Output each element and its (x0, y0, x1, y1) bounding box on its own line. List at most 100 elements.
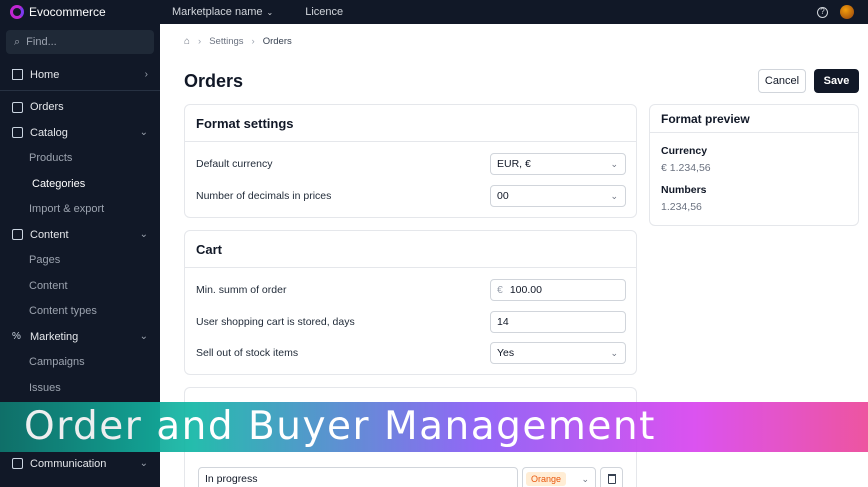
chevron-down-icon: ⌄ (139, 458, 148, 470)
banner-text: Order and Buyer Management (24, 404, 656, 449)
select-value: EUR, € (497, 158, 531, 170)
preview-currency-value: € 1.234,56 (661, 162, 711, 174)
breadcrumb-settings[interactable]: Settings (209, 36, 243, 47)
sidebar-item-issues[interactable]: Issues (0, 375, 160, 401)
input-value: 14 (497, 316, 509, 328)
status-badge: Orange (526, 472, 567, 486)
sidebar-item-catalog[interactable]: Catalog ⌄ (0, 120, 160, 146)
chat-icon (12, 458, 23, 470)
sidebar-item-label: Marketing (30, 330, 79, 343)
cancel-button[interactable]: Cancel (758, 69, 806, 93)
sidebar-item-content[interactable]: Content ⌄ (0, 222, 160, 248)
home-icon[interactable]: ⌂ (184, 36, 190, 47)
chevron-down-icon: ⌄ (139, 229, 148, 241)
decimals-select[interactable]: 00 ⌄ (490, 185, 626, 207)
chevron-down-icon: ⌄ (610, 190, 618, 201)
sidebar-item-import-export[interactable]: Import & export (0, 197, 160, 223)
chevron-right-icon: › (251, 36, 255, 47)
sidebar-item-label: Home (30, 68, 60, 81)
format-preview-card: Format preview Currency € 1.234,56 Numbe… (649, 104, 859, 226)
chevron-right-icon: › (198, 36, 202, 47)
preview-numbers-label: Numbers (661, 184, 707, 196)
format-settings-card: Format settings Default currency EUR, € … (184, 104, 637, 218)
evocommerce-logo-icon (10, 5, 24, 19)
select-value: 00 (497, 190, 509, 202)
card-title: Format preview (650, 105, 858, 133)
sidebar-item-orders[interactable]: Orders (0, 95, 160, 121)
cart-stored-label: User shopping cart is stored, days (196, 316, 355, 328)
sidebar-item-campaigns[interactable]: Campaigns (0, 350, 160, 376)
currency-prefix: € (497, 284, 503, 296)
catalog-icon (12, 127, 23, 139)
title-banner: Order and Buyer Management (0, 402, 868, 452)
sidebar-item-label: Communication (30, 457, 107, 470)
brand[interactable]: Evocommerce (0, 5, 160, 19)
card-title: Format settings (185, 105, 636, 142)
divider (0, 89, 160, 91)
chevron-down-icon: ⌄ (139, 127, 148, 139)
search-input[interactable]: ⌕ Find... (6, 30, 154, 54)
sidebar-item-home[interactable]: Home › (0, 62, 160, 88)
licence-label: Licence (305, 6, 344, 18)
sidebar-item-label: Catalog (30, 126, 68, 139)
sidebar-item-pages[interactable]: Pages (0, 248, 160, 274)
search-placeholder: Find... (26, 36, 57, 48)
select-value: Yes (497, 347, 515, 359)
avatar[interactable] (840, 5, 854, 19)
chevron-down-icon: ⌄ (266, 7, 274, 17)
sidebar-item-content-types[interactable]: Content types (0, 299, 160, 325)
status-color-select[interactable]: Orange ⌄ (522, 467, 596, 487)
cart-card: Cart Min. summ of order € 100.00 User sh… (184, 230, 637, 375)
input-value: 100.00 (509, 284, 542, 296)
cart-icon (12, 101, 23, 113)
marketplace-name-menu[interactable]: Marketplace name ⌄ (160, 6, 285, 18)
sidebar-item-label: Import & export (29, 203, 105, 216)
input-value: In progress (205, 473, 258, 485)
sell-out-of-stock-label: Sell out of stock items (196, 347, 299, 359)
chevron-down-icon: ⌄ (139, 331, 148, 343)
trash-icon (607, 474, 616, 484)
decimals-label: Number of decimals in prices (196, 190, 332, 202)
default-currency-label: Default currency (196, 158, 273, 170)
card-title: Cart (185, 231, 636, 268)
sidebar-item-label: Content (30, 228, 69, 241)
sidebar-item-label: Pages (29, 254, 61, 267)
sidebar-item-label: Categories (32, 177, 86, 190)
chevron-right-icon: › (144, 69, 148, 81)
breadcrumb-orders: Orders (262, 36, 292, 47)
min-order-label: Min. summ of order (196, 284, 287, 296)
home-icon (12, 69, 23, 81)
percent-icon: % (12, 331, 21, 343)
sidebar-item-categories[interactable]: Categories (0, 171, 160, 197)
chevron-down-icon: ⌄ (610, 347, 618, 358)
top-bar: Evocommerce Marketplace name ⌄ Licence ? (0, 0, 868, 24)
chevron-down-icon: ⌄ (610, 158, 618, 169)
cart-stored-input[interactable]: 14 (490, 311, 626, 333)
sidebar-item-marketing[interactable]: % Marketing ⌄ (0, 324, 160, 350)
sidebar-item-label: Content (29, 279, 68, 292)
default-currency-select[interactable]: EUR, € ⌄ (490, 153, 626, 175)
min-order-input[interactable]: € 100.00 (490, 279, 626, 301)
preview-numbers-value: 1.234,56 (661, 201, 702, 213)
sidebar-item-label: Orders (30, 101, 64, 114)
preview-currency-label: Currency (661, 145, 708, 157)
save-button[interactable]: Save (814, 69, 859, 93)
status-name-input[interactable]: In progress (198, 467, 518, 487)
breadcrumb: ⌂ › Settings › Orders (184, 36, 292, 47)
help-icon[interactable]: ? (817, 6, 828, 18)
sidebar-item-content-sub[interactable]: Content (0, 273, 160, 299)
search-icon: ⌕ (14, 35, 21, 48)
sidebar-item-label: Content types (29, 305, 97, 318)
sidebar-item-label: Products (29, 152, 73, 165)
brand-name: Evocommerce (29, 5, 106, 19)
sidebar-item-communication[interactable]: Communication ⌄ (0, 451, 160, 477)
chevron-down-icon: ⌄ (581, 473, 589, 484)
delete-status-button[interactable] (600, 467, 623, 487)
marketplace-name-label: Marketplace name (172, 6, 263, 18)
licence-link[interactable]: Licence (293, 6, 355, 18)
content-icon (12, 229, 23, 241)
sell-out-of-stock-select[interactable]: Yes ⌄ (490, 342, 626, 364)
sidebar-item-products[interactable]: Products (0, 146, 160, 172)
sidebar-item-label: Issues (29, 381, 61, 394)
sidebar-item-label: Campaigns (29, 356, 85, 369)
